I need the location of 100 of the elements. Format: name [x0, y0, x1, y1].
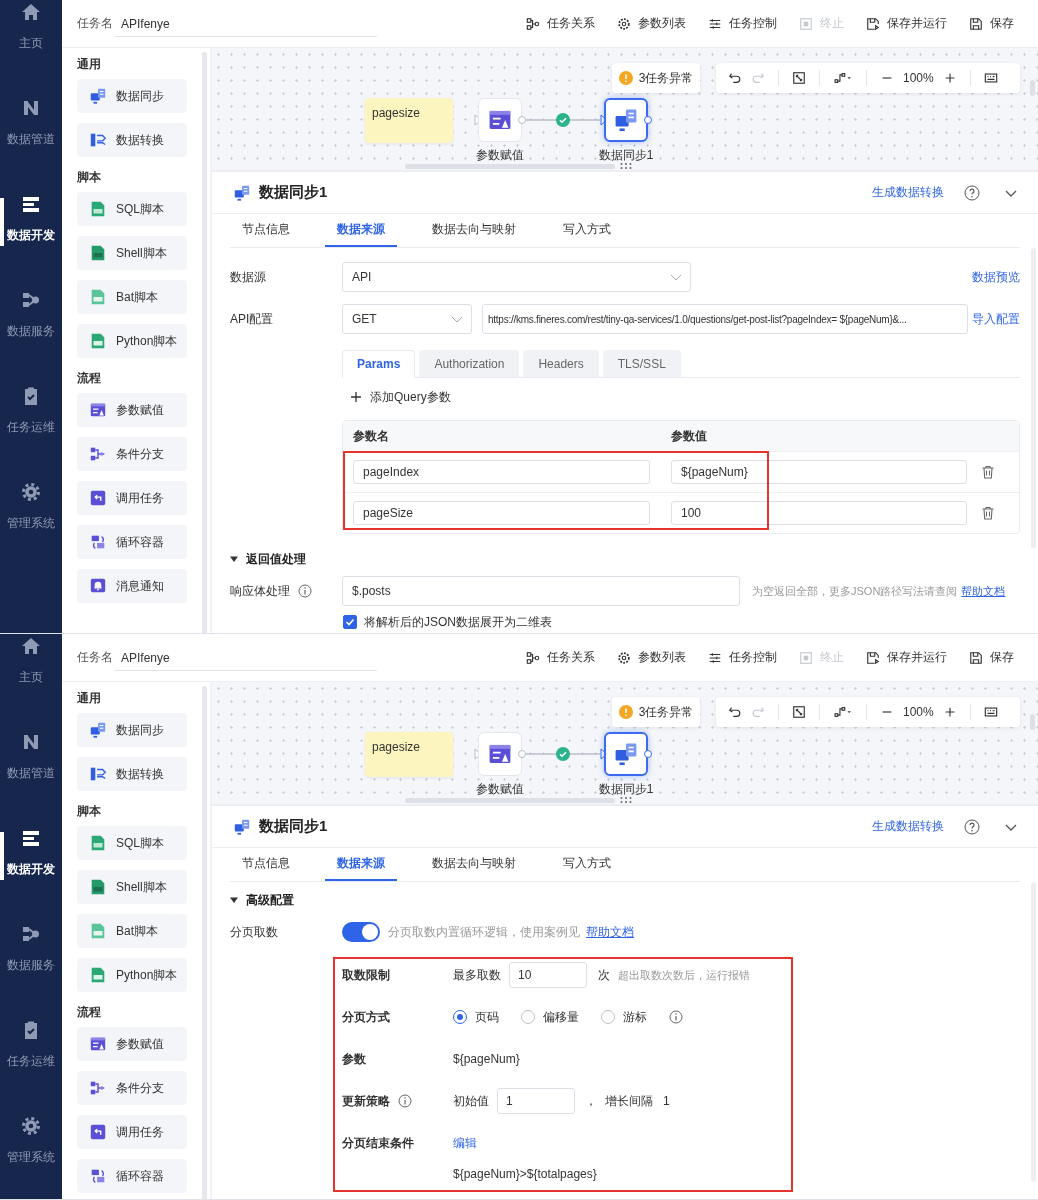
tab[interactable]: Headers	[523, 350, 599, 377]
task-name-field[interactable]: APIfenye	[115, 644, 377, 671]
scrollbar[interactable]	[202, 686, 207, 1199]
scrollbar[interactable]	[1030, 80, 1035, 96]
trash-icon[interactable]	[981, 506, 995, 520]
palette-item[interactable]: 调用任务	[77, 1115, 187, 1149]
alert-badge[interactable]: 3任务异常	[612, 697, 700, 727]
palette-item[interactable]: 数据同步	[77, 79, 187, 113]
palette-item[interactable]: Bat脚本	[77, 280, 187, 314]
undo-icon[interactable]	[728, 705, 742, 719]
nav-item[interactable]: 管理系统	[0, 1088, 62, 1184]
undo-icon[interactable]	[728, 71, 742, 85]
tab[interactable]: 数据去向与映射	[420, 848, 528, 881]
nav-item[interactable]: 任务运维	[0, 358, 62, 454]
drag-handle[interactable]	[620, 163, 632, 169]
nav-item[interactable]: 数据管道	[0, 704, 62, 800]
initial-value-field[interactable]: 1	[497, 1088, 575, 1114]
fit-view-icon[interactable]	[792, 705, 806, 719]
info-icon[interactable]	[398, 1094, 412, 1108]
tab[interactable]: 节点信息	[230, 848, 302, 881]
palette-item[interactable]: 数据转换	[77, 123, 187, 157]
toolbar-button[interactable]: 保存并运行	[866, 649, 947, 666]
add-param-button[interactable]: 添加Query参数	[350, 385, 451, 409]
caret-icon[interactable]	[230, 896, 238, 904]
keyboard-icon[interactable]	[983, 705, 998, 719]
caret-icon[interactable]	[230, 555, 238, 563]
param-value-field[interactable]: ${pageNum}	[671, 460, 967, 484]
tab[interactable]: 写入方式	[551, 214, 623, 247]
nav-item[interactable]: 数据服务	[0, 262, 62, 358]
palette-item[interactable]: 数据转换	[77, 757, 187, 791]
scrollbar[interactable]	[202, 52, 207, 633]
palette-item[interactable]: Shell脚本	[77, 236, 187, 270]
checkbox[interactable]	[343, 615, 357, 629]
info-icon[interactable]	[669, 1010, 683, 1024]
drag-handle[interactable]	[620, 797, 632, 803]
port-handle[interactable]	[644, 116, 652, 124]
toolbar-button[interactable]: 保存	[969, 649, 1014, 666]
preview-link[interactable]: 数据预览	[972, 268, 1020, 286]
toolbar-button[interactable]: 任务控制	[708, 15, 777, 32]
toolbar-button[interactable]: 任务关系	[526, 649, 595, 666]
nav-item[interactable]: 管理系统	[0, 454, 62, 550]
tab[interactable]: 数据来源	[325, 848, 397, 881]
import-link[interactable]: 导入配置	[972, 310, 1020, 328]
edit-link[interactable]: 编辑	[453, 1134, 477, 1152]
toggle-switch[interactable]	[342, 922, 380, 942]
palette-item[interactable]: 参数赋值	[77, 1027, 187, 1061]
palette-item[interactable]: 参数赋值	[77, 393, 187, 427]
port-handle[interactable]	[644, 750, 652, 758]
palette-item[interactable]: 条件分支	[77, 437, 187, 471]
palette-item[interactable]: 调用任务	[77, 481, 187, 515]
palette-item[interactable]: 数据同步	[77, 713, 187, 747]
palette-item[interactable]: 循环容器	[77, 1159, 187, 1193]
param-name-field[interactable]: pageSize	[353, 501, 650, 525]
param-name-field[interactable]: pageIndex	[353, 460, 650, 484]
palette-item[interactable]: 条件分支	[77, 1071, 187, 1105]
tab[interactable]: 数据来源	[325, 214, 397, 247]
nav-item[interactable]: 数据服务	[0, 896, 62, 992]
palette-item[interactable]: Shell脚本	[77, 870, 187, 904]
tab[interactable]: Authorization	[419, 350, 520, 377]
alert-badge[interactable]: 3任务异常	[612, 63, 700, 93]
nav-item[interactable]: 数据管道	[0, 70, 62, 166]
tab[interactable]: 节点信息	[230, 214, 302, 247]
nav-item[interactable]: 数据开发	[0, 166, 62, 262]
source-select[interactable]: API	[342, 262, 691, 292]
keyboard-icon[interactable]	[983, 71, 998, 85]
port-handle[interactable]	[518, 750, 526, 758]
nav-item[interactable]: 主页	[0, 634, 62, 704]
nav-item[interactable]: 任务运维	[0, 992, 62, 1088]
toolbar-button[interactable]: 任务控制	[708, 649, 777, 666]
nav-item[interactable]: 主页	[0, 0, 62, 70]
url-field[interactable]: https://kms.fineres.com/rest/tiny-qa-services/1.0/questions/get-post-list?pageIndex= ${pageNum}&...	[482, 304, 968, 334]
palette-item[interactable]: Python脚本	[77, 324, 187, 358]
tab[interactable]: 数据去向与映射	[420, 214, 528, 247]
connector-style-icon[interactable]	[833, 705, 853, 719]
toolbar-button[interactable]: 任务关系	[526, 15, 595, 32]
tab[interactable]: 写入方式	[551, 848, 623, 881]
flow-node[interactable]	[604, 732, 648, 776]
palette-item[interactable]: Bat脚本	[77, 914, 187, 948]
help-icon[interactable]	[964, 818, 980, 835]
help-icon[interactable]	[964, 184, 980, 201]
fit-view-icon[interactable]	[792, 71, 806, 85]
trash-icon[interactable]	[981, 465, 995, 479]
info-icon[interactable]	[298, 584, 312, 598]
toolbar-button[interactable]: 参数列表	[617, 649, 686, 666]
connector-style-icon[interactable]	[833, 71, 853, 85]
method-select[interactable]: GET	[342, 304, 472, 334]
convert-link[interactable]: 生成数据转换	[872, 184, 944, 201]
help-link[interactable]: 帮助文档	[961, 583, 1006, 599]
help-link[interactable]: 帮助文档	[586, 923, 634, 941]
param-value-field[interactable]: 100	[671, 501, 967, 525]
palette-item[interactable]: SQL脚本	[77, 192, 187, 226]
palette-item[interactable]: SQL脚本	[77, 826, 187, 860]
palette-item[interactable]: 消息通知	[77, 569, 187, 603]
palette-item[interactable]: 循环容器	[77, 525, 187, 559]
toolbar-button[interactable]: 保存并运行	[866, 15, 947, 32]
nav-item[interactable]: 数据开发	[0, 800, 62, 896]
task-name-field[interactable]: APIfenye	[115, 10, 377, 37]
scrollbar[interactable]	[1030, 714, 1035, 730]
palette-item[interactable]: Python脚本	[77, 958, 187, 992]
port-handle[interactable]	[518, 116, 526, 124]
